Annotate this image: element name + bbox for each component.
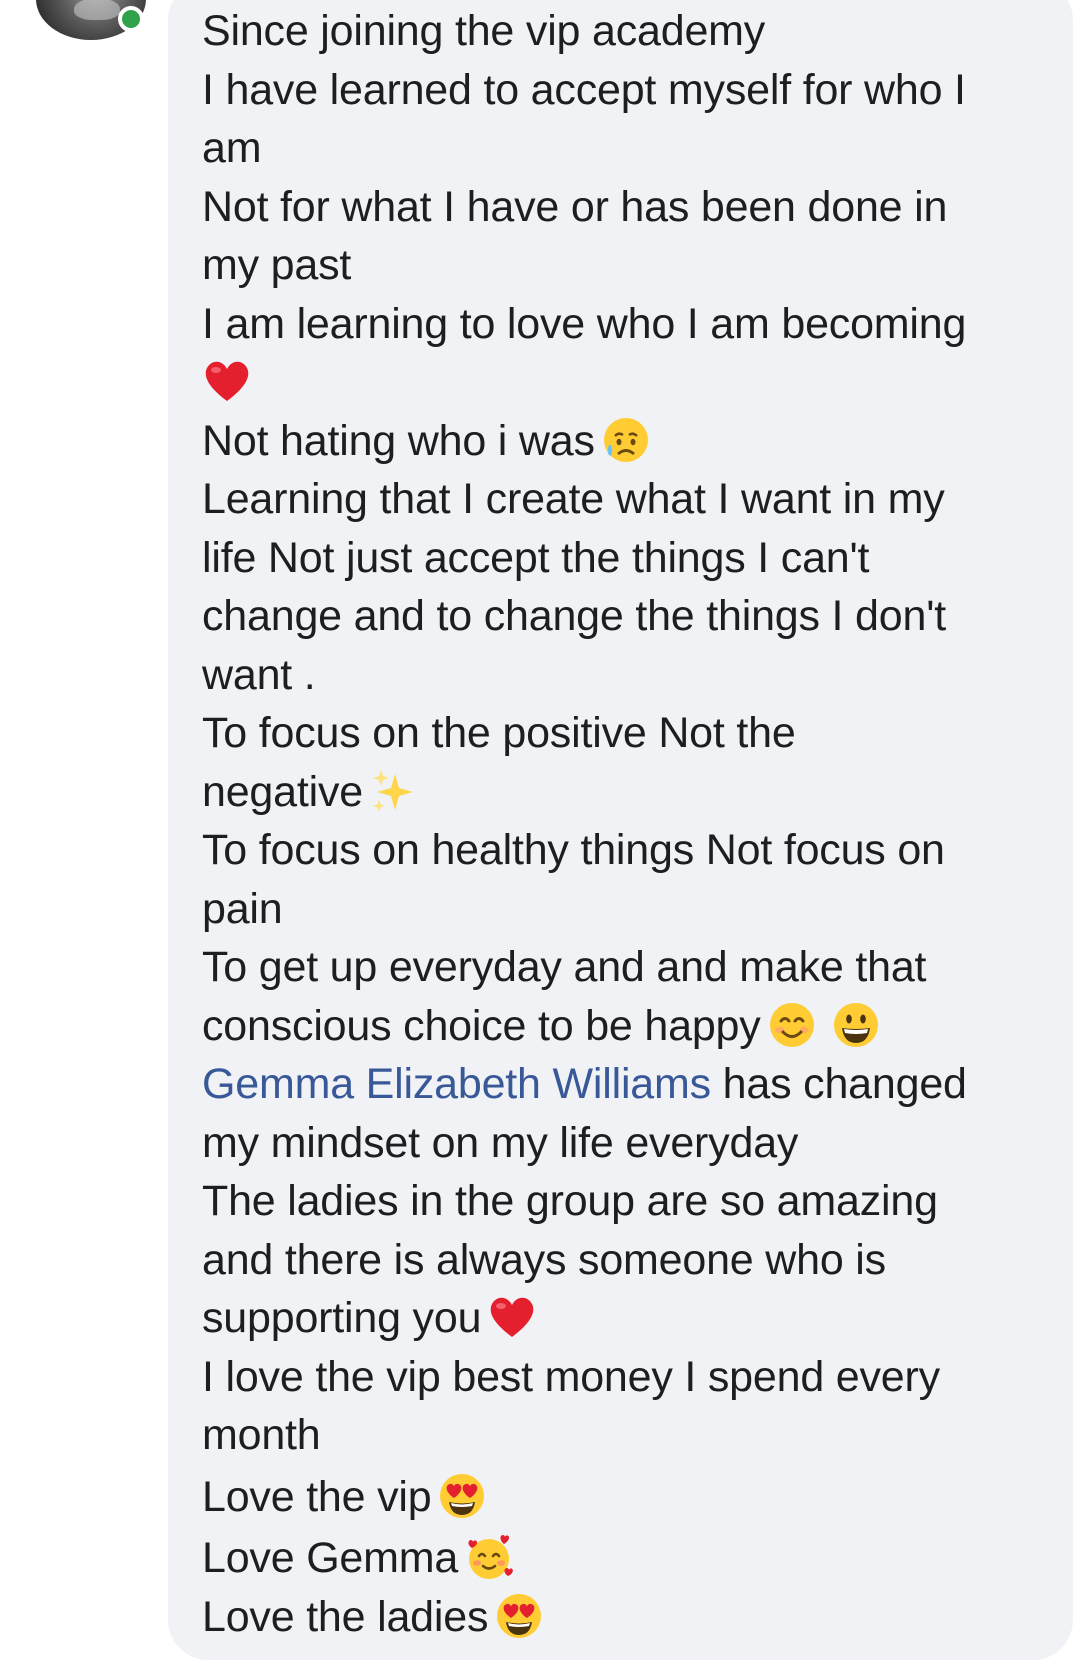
comment-line: pain (202, 884, 283, 933)
comment-line: supporting you (202, 1289, 1062, 1348)
comment-line-text: conscious choice to be happy (202, 1001, 761, 1050)
comment-line: Since joining the vip academy (202, 7, 766, 55)
comment-line: To focus on the positive Not the (202, 709, 796, 757)
comment-line: month (202, 1411, 321, 1459)
comment-line: Gemma Elizabeth Williams has changed (202, 1055, 1062, 1114)
comment-line-text: supporting you (202, 1294, 482, 1342)
comment-line: Love Gemma (202, 1529, 1062, 1588)
avatar-image-detail (74, 0, 120, 20)
comment-line: I have learned to accept myself for who … (202, 65, 966, 114)
comment-line: Love the ladies (202, 1588, 1062, 1647)
sad-relieved-face-icon (601, 415, 651, 465)
comment-line-text: negative (202, 767, 363, 816)
grinning-face-icon (831, 1000, 881, 1050)
comment-line: To focus on healthy things Not focus on (202, 826, 945, 874)
mention-suffix: has changed (710, 1060, 967, 1108)
comment-line: and there is always someone who is (202, 1235, 886, 1284)
smiling-face-with-hearts-icon (464, 1532, 514, 1582)
comment-line: Love the vip (202, 1468, 1062, 1527)
comment-line-text: Not hating who i was (202, 416, 595, 465)
comment-line-text: Love the vip (202, 1472, 432, 1521)
heart-eyes-icon (494, 1591, 544, 1641)
comment-line: I am learning to love who I am becoming (202, 299, 967, 348)
comment-line: The ladies in the group are so amazing (202, 1177, 938, 1225)
comment-line-heart (196, 353, 1062, 412)
comment-line: life Not just accept the things I can't (202, 533, 870, 582)
comment-line: To get up everyday and and make that (202, 943, 927, 991)
comment-line: want . (202, 650, 316, 699)
red-heart-icon (202, 356, 252, 406)
heart-eyes-icon (437, 1471, 487, 1521)
comment-line: Learning that I create what I want in my (202, 475, 945, 523)
comment-line: am (202, 124, 262, 172)
red-heart-icon (487, 1292, 537, 1342)
comment-line: my mindset on my life everyday (202, 1118, 799, 1167)
comment-screen: Since joining the vip academy I have lea… (0, 0, 1080, 1672)
sparkles-icon (369, 766, 419, 816)
comment-line: conscious choice to be happy (202, 997, 1062, 1056)
comment-line: Not for what I have or has been done in (202, 182, 948, 231)
comment-line: I love the vip best money I spend every (202, 1352, 940, 1401)
comment-line: Not hating who i was (202, 412, 1062, 471)
comment-line-text: Love Gemma (202, 1534, 459, 1582)
comment-line: my past (202, 241, 352, 289)
comment-line: change and to change the things I don't (202, 592, 946, 640)
online-status-indicator (118, 6, 144, 32)
comment-line: negative (202, 763, 1062, 822)
smiling-face-icon (767, 1000, 817, 1050)
mention-link[interactable]: Gemma Elizabeth Williams (202, 1060, 711, 1108)
comment-body: Since joining the vip academy I have lea… (202, 2, 1062, 1646)
comment-line-text: Love the ladies (202, 1592, 489, 1641)
